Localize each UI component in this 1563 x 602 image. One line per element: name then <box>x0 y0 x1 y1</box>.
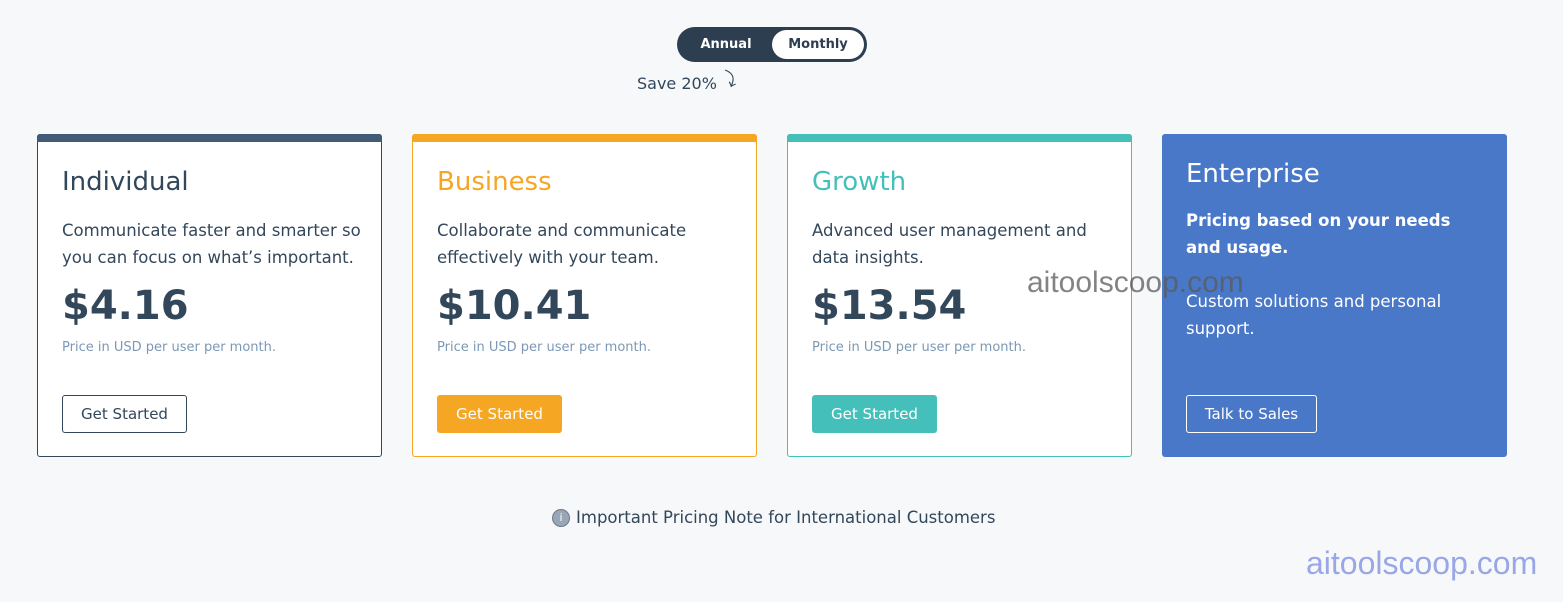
plan-description: Advanced user management and data insigh… <box>812 221 1087 267</box>
plan-price-note: Price in USD per user per month. <box>62 340 277 355</box>
plan-card-individual: Individual Communicate faster and smarte… <box>37 134 382 457</box>
get-started-button[interactable]: Get Started <box>437 395 562 433</box>
watermark: aitoolscoop.com <box>1027 266 1244 299</box>
plan-lead: Pricing based on your needs and usage. <box>1186 211 1451 257</box>
plan-price-note: Price in USD per user per month. <box>812 340 1027 355</box>
info-icon: i <box>552 508 570 527</box>
plan-price: $10.41 <box>437 283 592 329</box>
plan-price: $13.54 <box>812 283 967 329</box>
plan-card-business: Business Collaborate and communicate eff… <box>412 134 757 457</box>
get-started-button[interactable]: Get Started <box>812 395 937 433</box>
plan-price: $4.16 <box>62 283 189 329</box>
plan-accent-bar <box>37 134 382 142</box>
plan-name: Growth <box>812 167 907 197</box>
plan-name: Business <box>437 167 552 197</box>
plan-description: Collaborate and communicate effectively … <box>437 221 687 267</box>
savings-label: Save 20% <box>637 74 717 93</box>
international-pricing-note-text: Important Pricing Note for International… <box>576 508 996 527</box>
plan-accent-bar <box>787 134 1132 142</box>
plan-name: Enterprise <box>1186 159 1320 189</box>
curved-arrow-icon: ⤵ <box>718 67 741 92</box>
plan-price-note: Price in USD per user per month. <box>437 340 652 355</box>
annual-toggle-option[interactable]: Annual <box>680 30 772 59</box>
get-started-button[interactable]: Get Started <box>62 395 187 433</box>
international-pricing-note-link[interactable]: i Important Pricing Note for Internation… <box>552 508 995 527</box>
plan-name: Individual <box>62 167 189 197</box>
talk-to-sales-button[interactable]: Talk to Sales <box>1186 395 1317 433</box>
plan-description: Communicate faster and smarter so you ca… <box>62 221 361 267</box>
watermark: aitoolscoop.com <box>1306 545 1538 581</box>
plan-accent-bar <box>412 134 757 142</box>
monthly-toggle-option[interactable]: Monthly <box>772 30 864 59</box>
billing-toggle[interactable]: Annual Monthly <box>677 27 867 62</box>
